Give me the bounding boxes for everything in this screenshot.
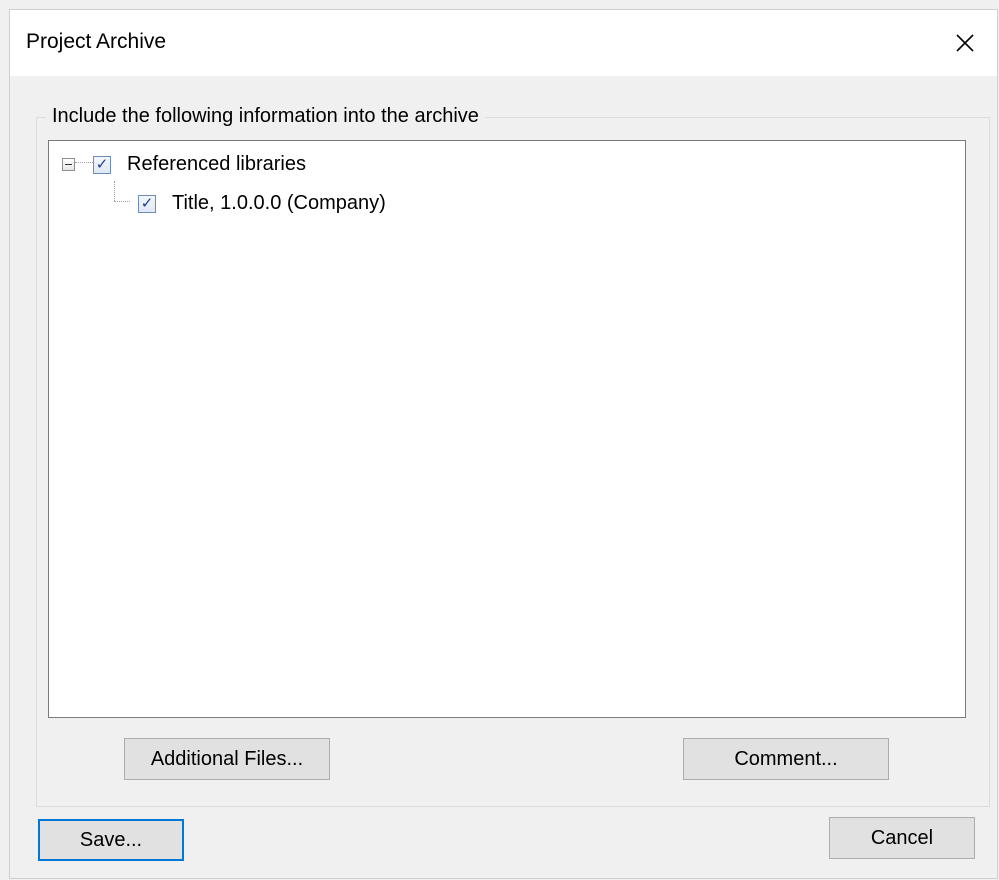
save-button[interactable]: Save... [38, 819, 184, 861]
archive-tree[interactable]: ✓ Referenced libraries ✓ Title, 1.0.0.0 … [48, 140, 966, 718]
tree-connector [114, 201, 130, 202]
additional-files-button[interactable]: Additional Files... [124, 738, 330, 780]
tree-connector [114, 181, 115, 201]
project-archive-dialog: Project Archive Include the following in… [9, 9, 998, 879]
title-bar: Project Archive [10, 10, 997, 76]
close-icon [956, 34, 974, 52]
comment-button[interactable]: Comment... [683, 738, 889, 780]
library-checkbox[interactable]: ✓ [138, 194, 156, 213]
referenced-libraries-checkbox[interactable]: ✓ [93, 155, 111, 174]
dialog-title: Project Archive [26, 30, 167, 53]
close-button[interactable] [933, 10, 997, 76]
tree-item-label: Title, 1.0.0.0 (Company) [172, 192, 386, 214]
collapse-minus-icon[interactable] [62, 158, 75, 171]
tree-item-referenced-libraries[interactable]: ✓ Referenced libraries [62, 153, 306, 176]
checkmark-icon: ✓ [95, 156, 109, 173]
checkmark-icon: ✓ [140, 195, 154, 212]
cancel-button[interactable]: Cancel [829, 817, 975, 859]
tree-item-library[interactable]: ✓ Title, 1.0.0.0 (Company) [138, 192, 386, 215]
group-label: Include the following information into t… [46, 105, 485, 128]
tree-item-label: Referenced libraries [127, 153, 306, 175]
